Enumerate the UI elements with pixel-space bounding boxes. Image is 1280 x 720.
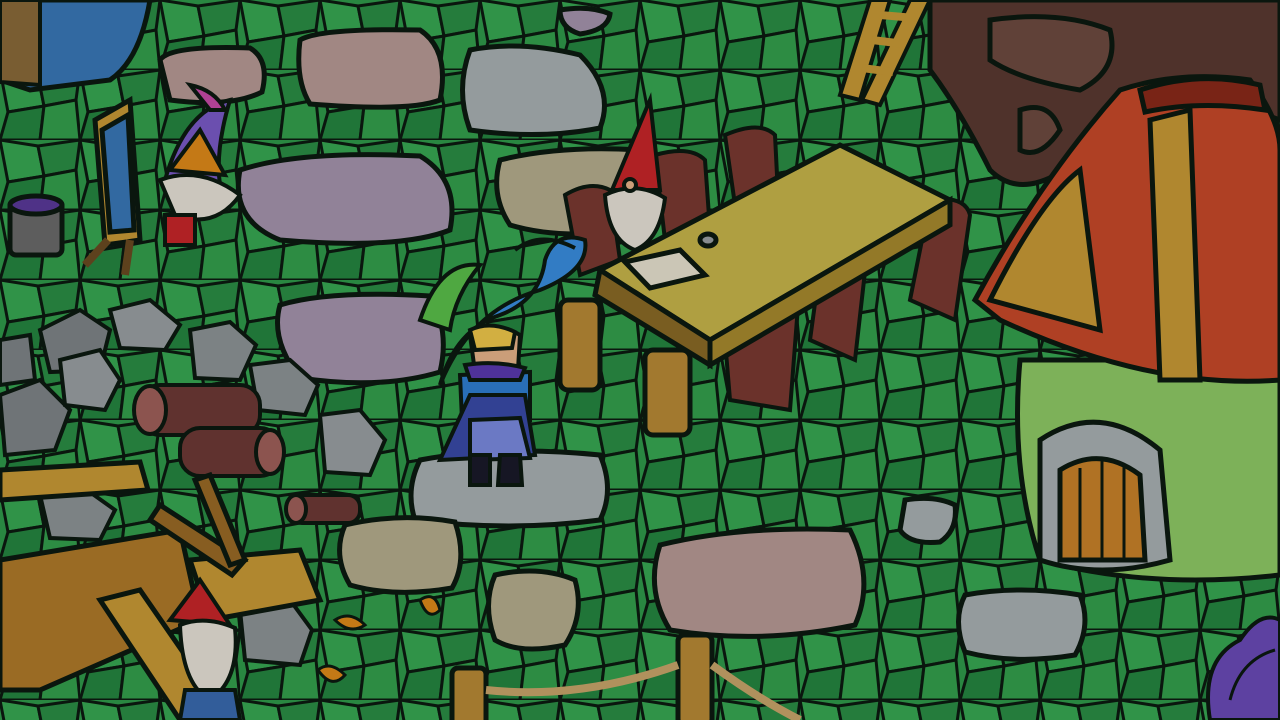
game-viewport[interactable] [0,0,1280,720]
paint-bucket [7,193,65,258]
